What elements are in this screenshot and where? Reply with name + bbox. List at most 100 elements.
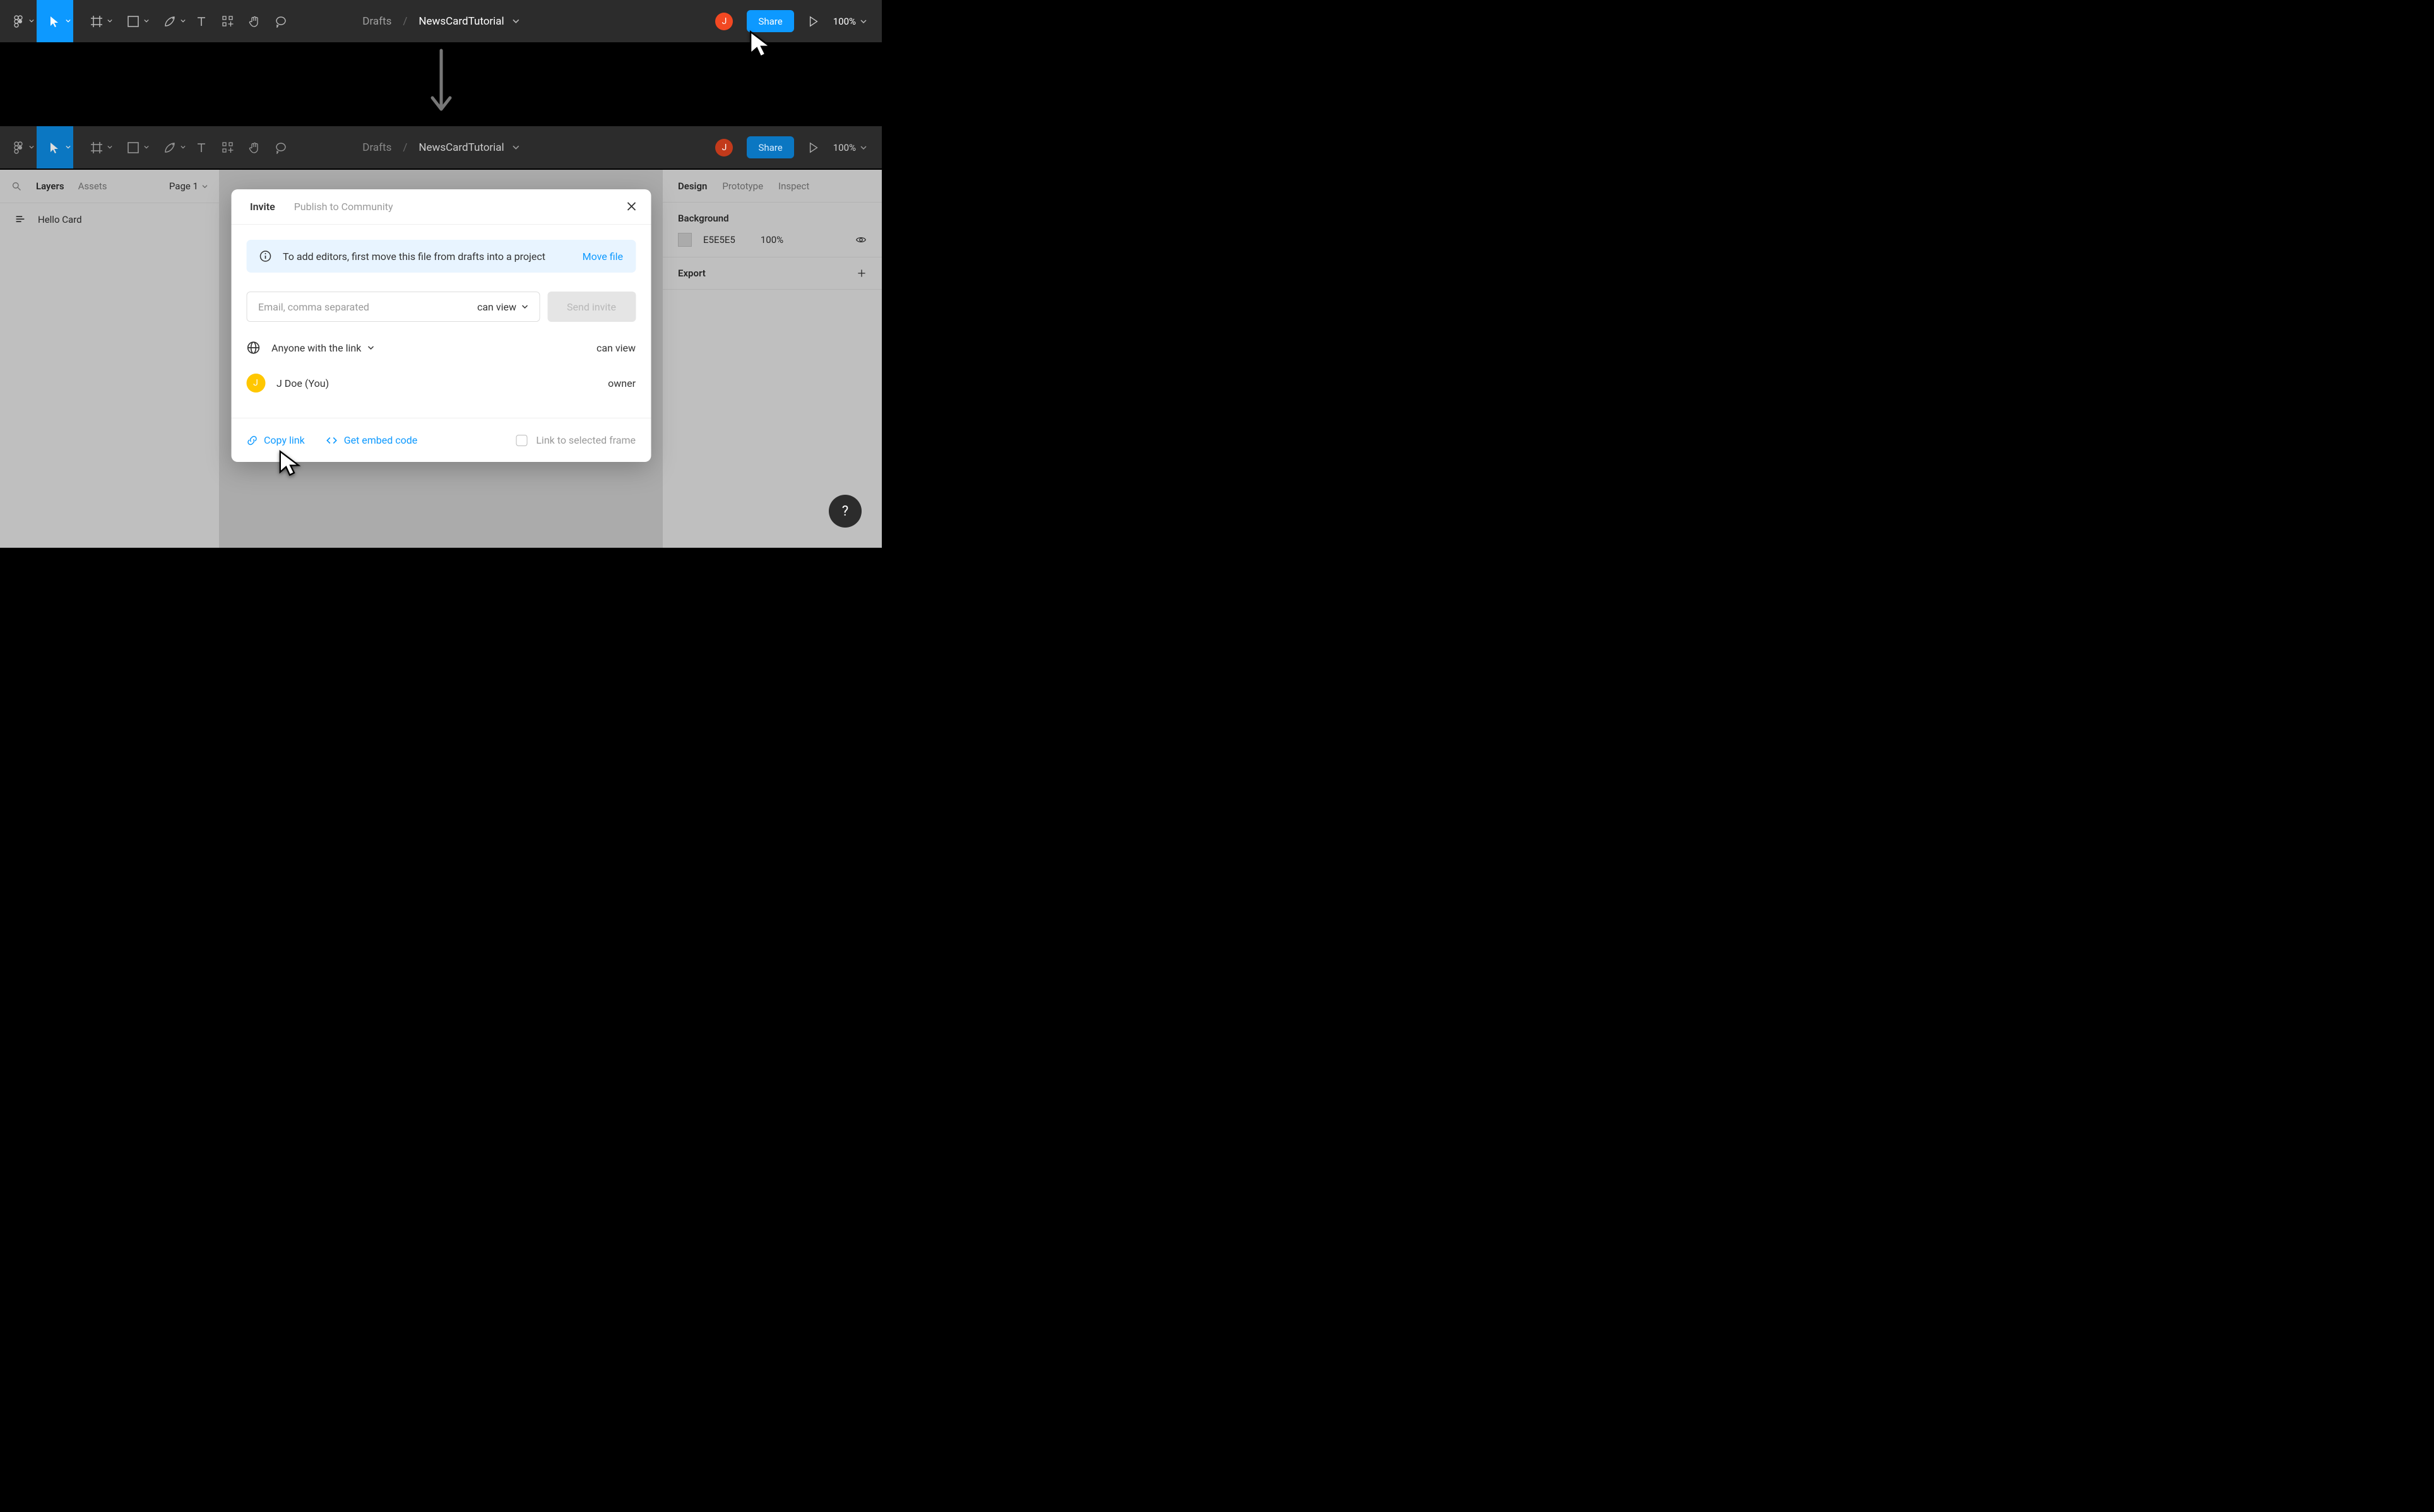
chevron-down-icon xyxy=(521,304,528,309)
color-hex[interactable]: E5E5E5 xyxy=(703,234,735,245)
zoom-dropdown[interactable]: 100% xyxy=(833,142,867,153)
hand-tool-button[interactable] xyxy=(241,126,268,168)
breadcrumb-section[interactable]: Drafts xyxy=(362,15,391,28)
modal-tab-publish[interactable]: Publish to Community xyxy=(294,201,393,213)
comment-tool-button[interactable] xyxy=(268,126,294,168)
shape-tool-button[interactable] xyxy=(115,0,151,42)
move-tool-button[interactable] xyxy=(37,0,73,42)
tab-inspect[interactable]: Inspect xyxy=(778,180,809,192)
resources-button[interactable] xyxy=(215,126,241,168)
hand-tool-button[interactable] xyxy=(241,0,268,42)
modal-tab-invite[interactable]: Invite xyxy=(250,201,275,213)
share-button-label: Share xyxy=(758,142,782,153)
help-button[interactable]: ? xyxy=(829,495,862,528)
globe-icon xyxy=(246,341,260,355)
tutorial-arrow-icon xyxy=(429,47,454,117)
link-to-frame-checkbox[interactable]: Link to selected frame xyxy=(516,434,636,446)
chevron-down-icon xyxy=(367,345,374,350)
tutorial-cursor-icon xyxy=(278,450,302,476)
share-modal: Invite Publish to Community To add edito… xyxy=(231,189,651,462)
move-file-link[interactable]: Move file xyxy=(583,251,623,263)
frame-tool-button[interactable] xyxy=(78,126,115,168)
text-tool-button[interactable] xyxy=(188,0,215,42)
breadcrumb-section[interactable]: Drafts xyxy=(362,141,391,154)
tab-assets[interactable]: Assets xyxy=(78,180,107,192)
page-selector[interactable]: Page 1 xyxy=(169,180,208,192)
anyone-label: Anyone with the link xyxy=(271,342,361,354)
link-icon xyxy=(246,435,258,446)
breadcrumb: Drafts / NewsCardTutorial xyxy=(362,15,519,28)
owner-role: owner xyxy=(608,377,636,389)
tutorial-cursor-icon xyxy=(748,30,773,58)
chevron-down-icon xyxy=(860,145,867,150)
checkbox-box xyxy=(516,435,527,446)
info-icon xyxy=(259,250,271,263)
visibility-icon[interactable] xyxy=(855,234,867,245)
move-tool-button[interactable] xyxy=(37,126,73,168)
breadcrumb-separator: / xyxy=(403,141,407,154)
zoom-dropdown[interactable]: 100% xyxy=(833,16,867,27)
link-to-frame-label: Link to selected frame xyxy=(536,434,636,446)
present-icon[interactable] xyxy=(808,16,819,27)
pen-tool-button[interactable] xyxy=(151,126,188,168)
file-name-label: NewsCardTutorial xyxy=(419,15,504,28)
main-menu-button[interactable] xyxy=(0,0,37,42)
avatar-initial: J xyxy=(722,16,727,27)
shape-tool-button[interactable] xyxy=(115,126,151,168)
info-banner: To add editors, first move this file fro… xyxy=(246,240,636,273)
chevron-down-icon xyxy=(202,184,208,189)
file-name-label: NewsCardTutorial xyxy=(419,141,504,154)
tab-layers[interactable]: Layers xyxy=(36,180,64,192)
right-panel: Design Prototype Inspect Background E5E5… xyxy=(662,170,882,548)
permission-dropdown[interactable]: can view xyxy=(477,301,528,313)
anyone-permission[interactable]: can view xyxy=(597,342,636,354)
present-icon[interactable] xyxy=(808,142,819,153)
share-button[interactable]: Share xyxy=(747,10,793,32)
embed-code-button[interactable]: Get embed code xyxy=(326,434,418,446)
close-icon[interactable] xyxy=(626,201,637,212)
copy-link-label: Copy link xyxy=(264,434,305,446)
copy-link-button[interactable]: Copy link xyxy=(246,434,305,446)
share-button-label: Share xyxy=(758,16,782,27)
plus-icon[interactable] xyxy=(857,268,867,278)
tab-design[interactable]: Design xyxy=(678,180,707,192)
info-message: To add editors, first move this file fro… xyxy=(283,251,545,263)
chevron-down-icon xyxy=(513,18,519,24)
send-invite-button[interactable]: Send invite xyxy=(547,292,636,322)
user-avatar[interactable]: J xyxy=(715,13,733,30)
chevron-down-icon xyxy=(513,145,519,150)
layer-row[interactable]: Hello Card xyxy=(0,203,219,235)
section-export: Export xyxy=(663,257,882,290)
avatar-initial: J xyxy=(722,143,727,153)
search-icon[interactable] xyxy=(11,181,22,192)
user-avatar[interactable]: J xyxy=(715,139,733,157)
email-input[interactable]: Email, comma separated can view xyxy=(246,292,540,322)
permission-label: can view xyxy=(477,301,516,313)
color-opacity[interactable]: 100% xyxy=(761,234,783,245)
owner-avatar-initial: J xyxy=(253,378,258,388)
main-menu-button[interactable] xyxy=(0,126,37,168)
page-label: Page 1 xyxy=(169,180,198,192)
breadcrumb: Drafts / NewsCardTutorial xyxy=(362,141,519,154)
tab-prototype[interactable]: Prototype xyxy=(722,180,763,192)
text-tool-button[interactable] xyxy=(188,126,215,168)
pen-tool-button[interactable] xyxy=(151,0,188,42)
code-icon xyxy=(326,435,338,446)
chevron-down-icon xyxy=(860,19,867,24)
text-layer-icon xyxy=(15,215,25,225)
email-placeholder: Email, comma separated xyxy=(258,301,369,313)
frame-tool-button[interactable] xyxy=(78,0,115,42)
background-title: Background xyxy=(678,213,867,224)
section-background: Background E5E5E5 100% xyxy=(663,203,882,257)
file-name-dropdown[interactable]: NewsCardTutorial xyxy=(419,141,519,154)
file-name-dropdown[interactable]: NewsCardTutorial xyxy=(419,15,519,28)
share-button[interactable]: Share xyxy=(747,136,793,158)
anyone-with-link-dropdown[interactable]: Anyone with the link xyxy=(271,342,585,354)
comment-tool-button[interactable] xyxy=(268,0,294,42)
zoom-label: 100% xyxy=(833,16,856,27)
breadcrumb-separator: / xyxy=(403,15,407,28)
resources-button[interactable] xyxy=(215,0,241,42)
toolbar-bottom: Drafts / NewsCardTutorial J Share 100% xyxy=(0,126,882,168)
help-label: ? xyxy=(842,504,848,519)
color-swatch[interactable] xyxy=(678,233,692,247)
